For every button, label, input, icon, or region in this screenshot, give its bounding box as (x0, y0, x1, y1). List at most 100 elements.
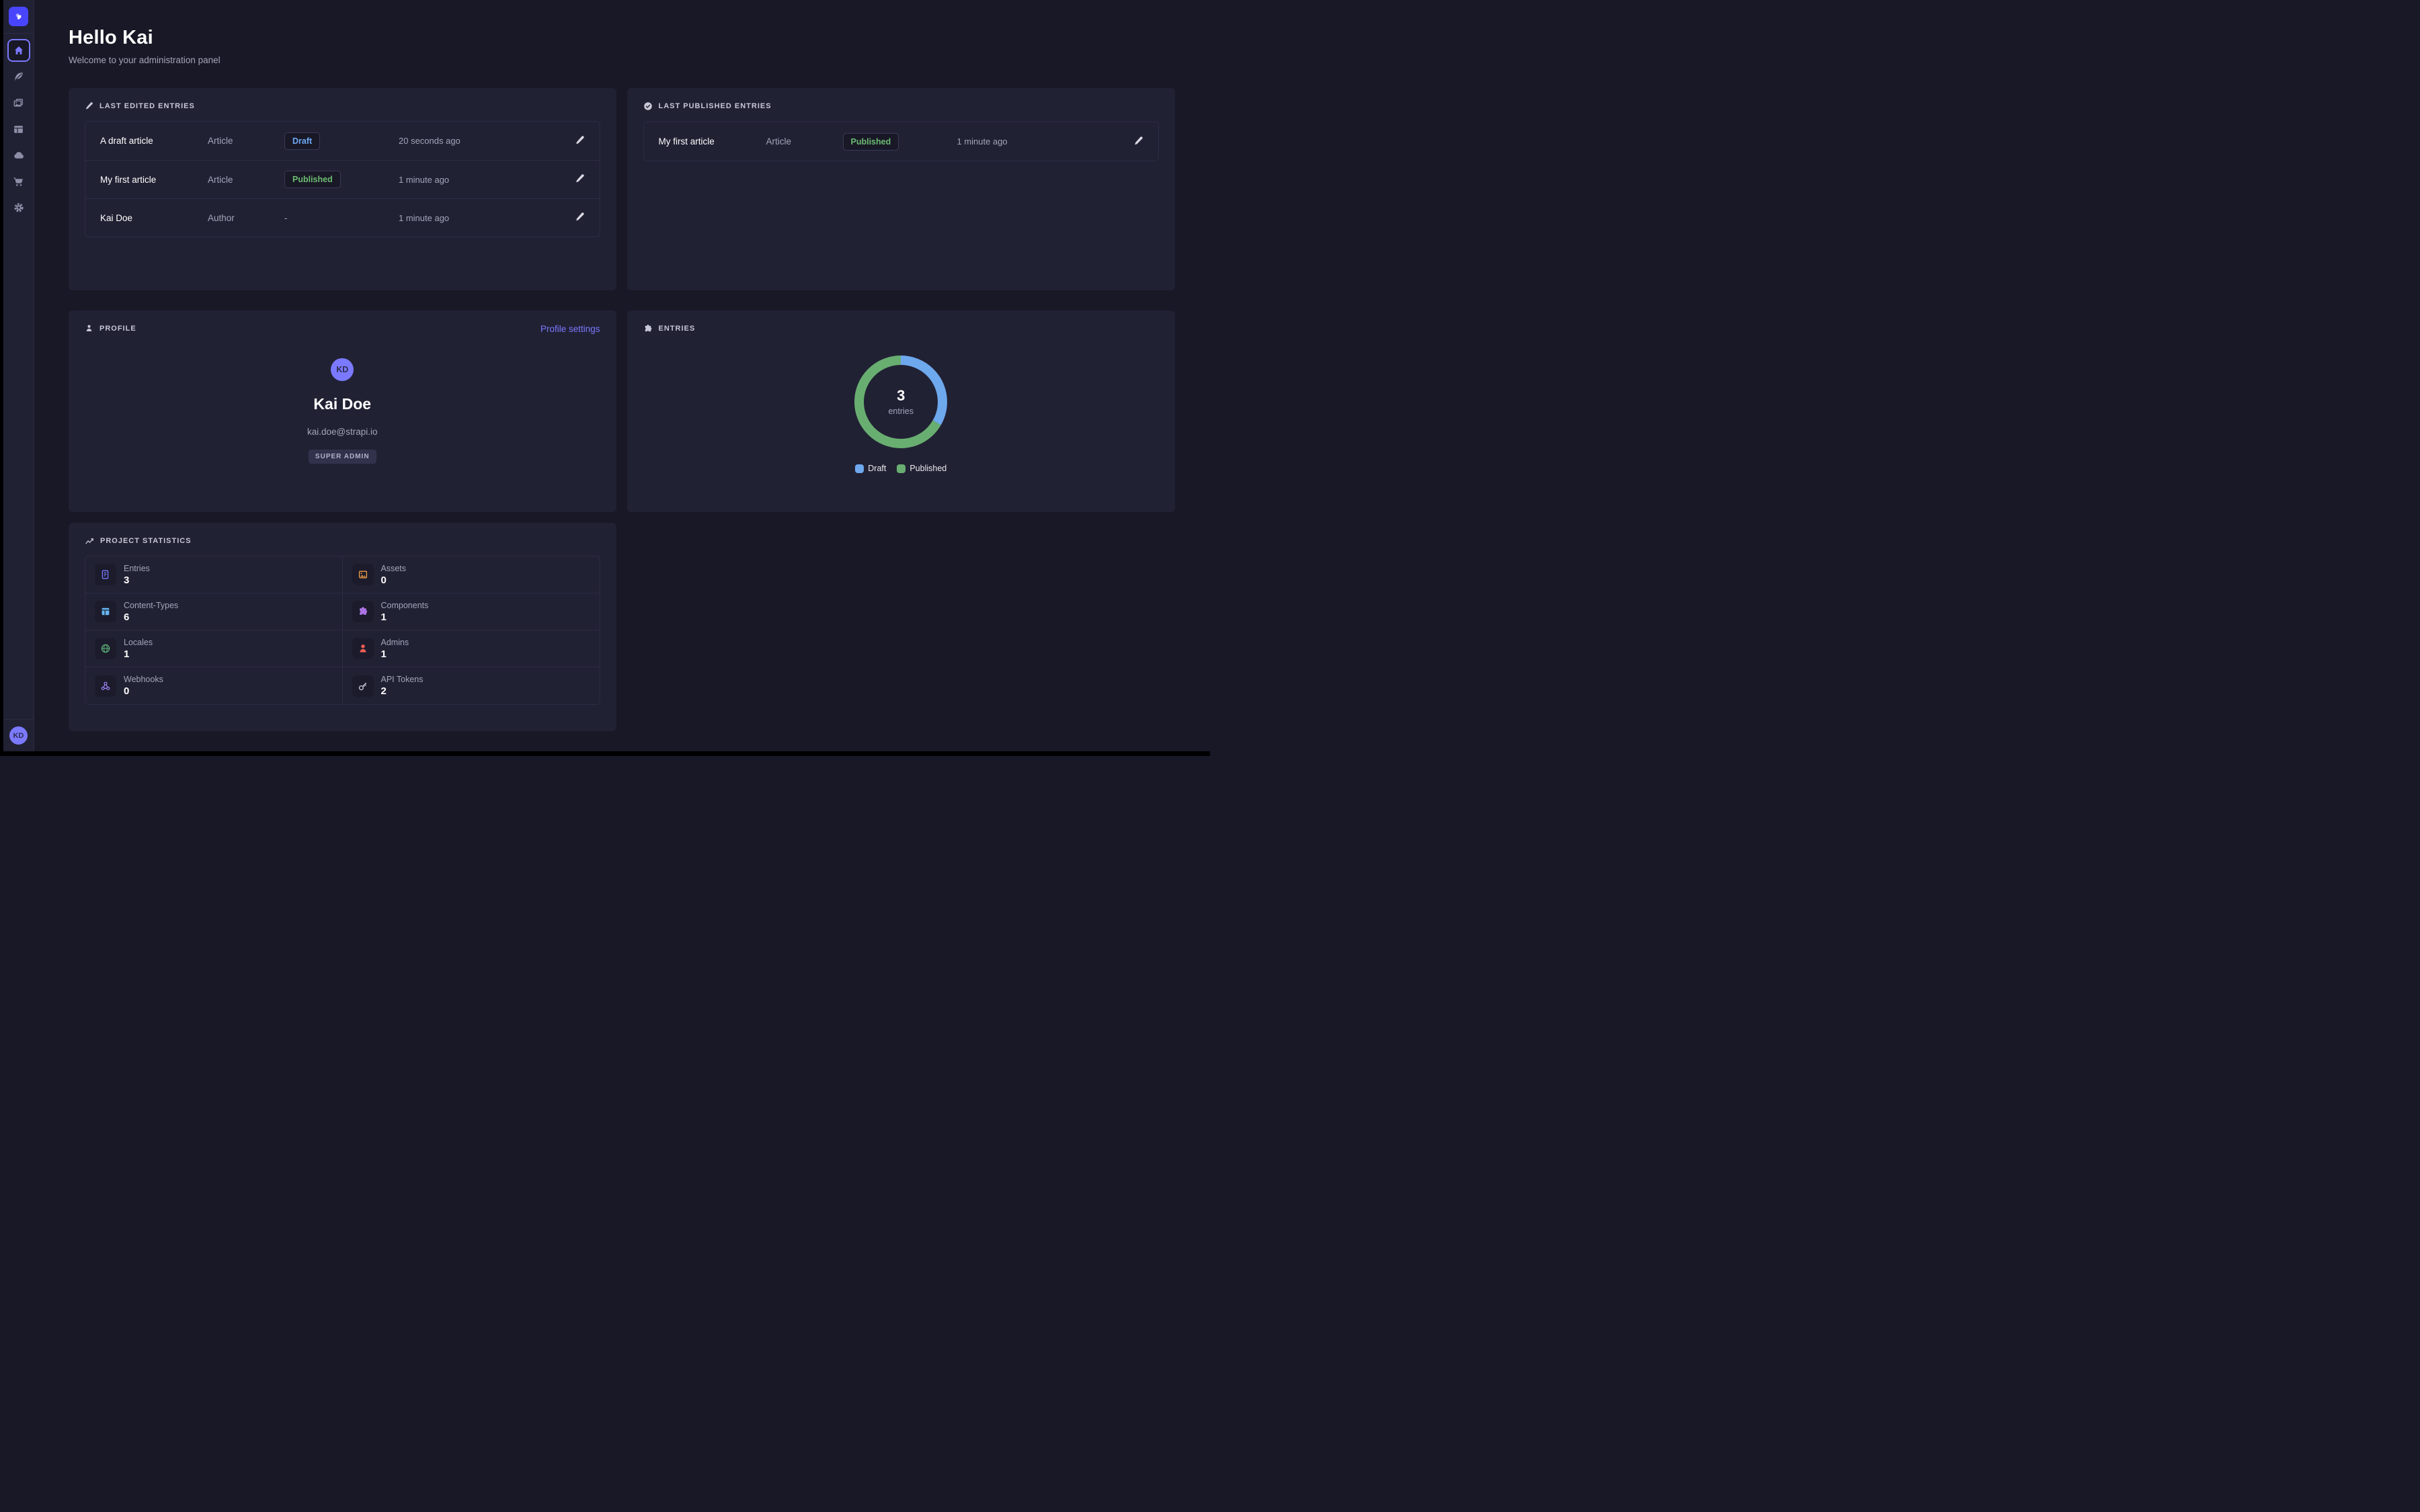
entries-chart-card: ENTRIES 3 entries Draft Published (627, 310, 1176, 512)
status-badge: Published (284, 171, 341, 188)
user-avatar[interactable]: KD (9, 726, 28, 745)
legend-item-draft: Draft (855, 464, 886, 473)
last-published-entries-card: LAST PUBLISHED ENTRIES My first article … (627, 88, 1176, 290)
stat-label: Locales (124, 638, 153, 647)
main-content: Hello Kai Welcome to your administration… (34, 0, 1210, 756)
edit-entry-button[interactable] (1123, 136, 1143, 148)
marketplace-cart-icon (13, 176, 24, 187)
pencil-icon (1133, 136, 1143, 148)
window-edge (0, 751, 1210, 756)
sidebar-item-settings[interactable] (7, 196, 30, 219)
entry-name: A draft article (100, 136, 208, 146)
sidebar-item-content-manager[interactable] (7, 65, 30, 88)
entry-updated: 20 seconds ago (399, 136, 565, 146)
last-edited-entries-card: LAST EDITED ENTRIES A draft article Arti… (69, 88, 616, 290)
trending-up-icon (85, 536, 94, 546)
entry-type: Article (208, 136, 284, 146)
project-statistics-table: Entries 3 Assets (85, 556, 600, 705)
stat-entries: Entries 3 (85, 556, 343, 593)
status-badge: Draft (284, 132, 320, 150)
table-row[interactable]: A draft article Article Draft 20 seconds… (85, 122, 600, 160)
stat-value: 0 (381, 575, 407, 586)
status-badge: Published (843, 133, 899, 151)
entries-total-label: entries (888, 407, 914, 416)
entry-updated: 1 minute ago (399, 213, 565, 223)
cloud-icon (13, 149, 25, 161)
sidebar-item-media-library[interactable] (7, 91, 30, 114)
status-empty: - (284, 213, 399, 223)
legend-label: Published (910, 464, 946, 473)
project-statistics-card: PROJECT STATISTICS Entries 3 (69, 523, 616, 731)
strapi-logo-icon[interactable] (9, 7, 28, 26)
window-edge (0, 0, 3, 756)
locales-globe-icon (95, 638, 116, 659)
puzzle-icon (643, 324, 653, 333)
last-edited-table: A draft article Article Draft 20 seconds… (85, 121, 600, 237)
legend-label: Draft (868, 464, 886, 473)
card-title: LAST EDITED ENTRIES (99, 102, 195, 110)
stat-content-types: Content-Types 6 (85, 593, 343, 630)
sidebar-item-marketplace[interactable] (7, 170, 30, 193)
legend-swatch (855, 464, 864, 473)
media-library-icon (13, 97, 24, 109)
person-icon (85, 324, 93, 333)
entry-name: My first article (100, 175, 208, 185)
edit-entry-button[interactable] (565, 212, 585, 224)
profile-avatar: KD (331, 358, 354, 381)
stat-label: API Tokens (381, 675, 424, 684)
sidebar-logo-area (3, 0, 34, 34)
stat-value: 1 (381, 648, 409, 660)
profile-name: Kai Doe (313, 395, 371, 413)
stat-label: Content-Types (124, 601, 178, 610)
stat-components: Components 1 (343, 593, 600, 630)
webhooks-bolt-icon (95, 675, 116, 697)
home-icon (13, 45, 24, 56)
entry-type: Article (766, 136, 843, 146)
page-subtitle: Welcome to your administration panel (69, 55, 1175, 65)
legend-swatch (897, 464, 905, 473)
edit-entry-button[interactable] (565, 173, 585, 185)
assets-image-icon (352, 564, 374, 585)
entry-name: Kai Doe (100, 213, 208, 223)
last-published-table: My first article Article Published 1 min… (643, 122, 1160, 161)
table-row[interactable]: Kai Doe Author - 1 minute ago (85, 198, 600, 237)
settings-gear-icon (13, 202, 25, 214)
stat-value: 0 (124, 685, 163, 697)
edit-entry-button[interactable] (565, 135, 585, 147)
stat-label: Admins (381, 638, 409, 647)
strapi-admin-app: KD Hello Kai Welcome to your administrat… (0, 0, 1210, 756)
stat-label: Components (381, 601, 429, 610)
entry-type: Article (208, 175, 284, 185)
pencil-icon (85, 101, 93, 110)
pencil-icon (575, 212, 585, 224)
card-title: ENTRIES (659, 325, 696, 333)
entries-donut: 3 entries Draft Published (643, 351, 1160, 473)
stat-assets: Assets 0 (343, 556, 600, 593)
sidebar-item-home[interactable] (7, 39, 30, 62)
sidebar-user-area: KD (0, 719, 34, 751)
profile-card: PROFILE Profile settings KD Kai Doe kai.… (69, 310, 616, 512)
donut-center: 3 entries (850, 351, 951, 452)
admins-user-icon (352, 638, 374, 659)
api-tokens-key-icon (352, 675, 374, 697)
stat-label: Assets (381, 564, 407, 573)
stat-label: Entries (124, 564, 150, 573)
feather-content-icon (13, 71, 24, 83)
legend-item-published: Published (897, 464, 946, 473)
profile-email: kai.doe@strapi.io (307, 427, 378, 437)
table-row[interactable]: My first article Article Published 1 min… (85, 160, 600, 198)
sidebar-nav (3, 34, 34, 219)
chart-legend: Draft Published (855, 464, 946, 473)
sidebar-item-deploy[interactable] (7, 144, 30, 167)
stat-value: 1 (381, 612, 429, 623)
components-puzzle-icon (352, 601, 374, 622)
stat-admins: Admins 1 (343, 630, 600, 667)
entries-doc-icon (95, 564, 116, 585)
profile-settings-link[interactable]: Profile settings (540, 324, 600, 334)
table-row[interactable]: My first article Article Published 1 min… (644, 122, 1159, 161)
page-title: Hello Kai (69, 27, 1175, 49)
card-title: PROFILE (99, 325, 136, 333)
pencil-icon (575, 173, 585, 185)
sidebar-item-content-type-builder[interactable] (7, 118, 30, 140)
stat-locales: Locales 1 (85, 630, 343, 667)
